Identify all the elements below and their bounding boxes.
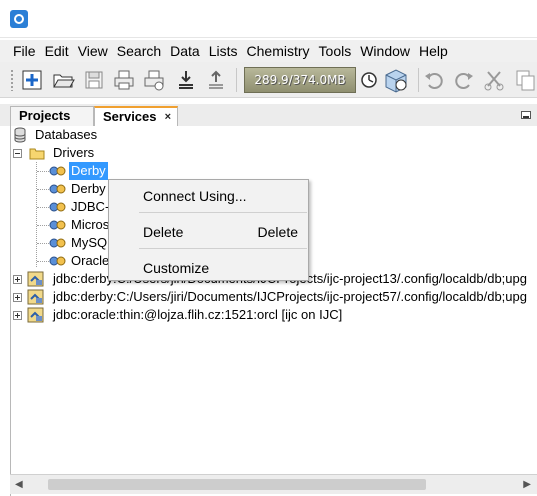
gc-icon[interactable]	[358, 68, 382, 92]
menu-item-label: Connect Using...	[143, 188, 247, 204]
menu-item-label: Customize	[143, 260, 210, 276]
collapse-toggle[interactable]	[13, 149, 22, 158]
tab-services-label: Services	[103, 109, 157, 124]
menu-chemistry[interactable]: Chemistry	[244, 43, 313, 59]
undo-icon[interactable]	[422, 68, 446, 92]
expand-toggle[interactable]	[13, 293, 22, 302]
scrollbar-thumb[interactable]	[48, 479, 426, 490]
tab-projects[interactable]: Projects	[10, 106, 94, 126]
toolbar-separator	[418, 68, 419, 92]
plugin-icon[interactable]	[382, 66, 410, 94]
tab-bar: Projects Services ×	[0, 104, 537, 126]
menu-item-shortcut: Delete	[257, 224, 298, 240]
menu-tools[interactable]: Tools	[316, 43, 355, 59]
menu-edit[interactable]: Edit	[42, 43, 72, 59]
menu-search[interactable]: Search	[114, 43, 164, 59]
driver-icon	[49, 220, 66, 230]
scroll-left-icon[interactable]: ◀	[15, 479, 23, 490]
menu-item-customize[interactable]: Customize	[109, 256, 308, 280]
database-icon	[14, 127, 26, 143]
tree-label: jdbc:oracle:thin:@lojza.flih.cz:1521:orc…	[53, 307, 343, 322]
expand-toggle[interactable]	[13, 275, 22, 284]
copy-icon[interactable]	[512, 68, 537, 92]
menu-view[interactable]: View	[75, 43, 111, 59]
menu-file[interactable]: File	[10, 43, 39, 59]
driver-icon	[49, 202, 66, 212]
connection-icon	[27, 289, 44, 305]
menu-item-connect-using[interactable]: Connect Using...	[109, 184, 308, 208]
tree-connector	[37, 243, 49, 244]
tree-label: Derby	[69, 162, 108, 180]
menu-window[interactable]: Window	[357, 43, 413, 59]
connection-icon	[27, 307, 44, 323]
title-bar	[0, 0, 537, 38]
tree-connector	[37, 189, 49, 190]
tree-connector	[36, 162, 37, 267]
save-icon[interactable]	[82, 68, 106, 92]
menu-separator	[139, 248, 307, 249]
app-icon	[10, 10, 28, 28]
tree-label: Drivers	[53, 145, 95, 160]
menu-lists[interactable]: Lists	[206, 43, 241, 59]
print-icon[interactable]	[112, 68, 136, 92]
tree-connector	[37, 225, 49, 226]
menu-bar: File Edit View Search Data Lists Chemist…	[0, 40, 537, 62]
driver-icon	[49, 256, 66, 266]
context-menu: Connect Using... Delete Delete Customize	[108, 179, 309, 281]
tree-label: Micros	[71, 217, 110, 232]
tree-label: Oracle	[71, 253, 110, 268]
toolbar-separator	[236, 68, 237, 92]
export-icon[interactable]	[204, 68, 228, 92]
print-setup-icon[interactable]	[142, 68, 166, 92]
memory-indicator[interactable]: 289.9/374.0MB	[244, 67, 356, 93]
menu-item-label: Delete	[143, 224, 184, 240]
tree-label: Databases	[35, 127, 98, 142]
new-icon[interactable]	[20, 68, 44, 92]
driver-icon	[49, 166, 66, 176]
menu-data[interactable]: Data	[167, 43, 203, 59]
import-icon[interactable]	[174, 68, 198, 92]
tree-label: Derby	[71, 181, 106, 196]
menu-separator	[139, 212, 307, 213]
driver-icon	[49, 184, 66, 194]
menu-help[interactable]: Help	[416, 43, 451, 59]
folder-icon	[29, 148, 45, 160]
toolbar-grip[interactable]	[10, 69, 14, 91]
cut-icon[interactable]	[482, 68, 506, 92]
minimize-icon[interactable]	[521, 111, 531, 119]
tab-projects-label: Projects	[19, 108, 71, 123]
expand-toggle[interactable]	[13, 311, 22, 320]
menu-item-delete[interactable]: Delete Delete	[109, 220, 308, 244]
tree-connector	[37, 261, 49, 262]
tree-connector	[37, 207, 49, 208]
scroll-right-icon[interactable]: ▶	[523, 479, 531, 490]
horizontal-scrollbar[interactable]: ◀ ▶	[10, 474, 537, 494]
connection-icon	[27, 271, 44, 287]
tree-connector	[37, 171, 49, 172]
close-icon[interactable]: ×	[165, 108, 171, 126]
tab-services[interactable]: Services ×	[94, 106, 178, 126]
driver-icon	[49, 238, 66, 248]
redo-icon[interactable]	[452, 68, 476, 92]
open-icon[interactable]	[51, 68, 75, 92]
tree-label: jdbc:derby:C:/Users/jiri/Documents/IJCPr…	[53, 289, 527, 304]
